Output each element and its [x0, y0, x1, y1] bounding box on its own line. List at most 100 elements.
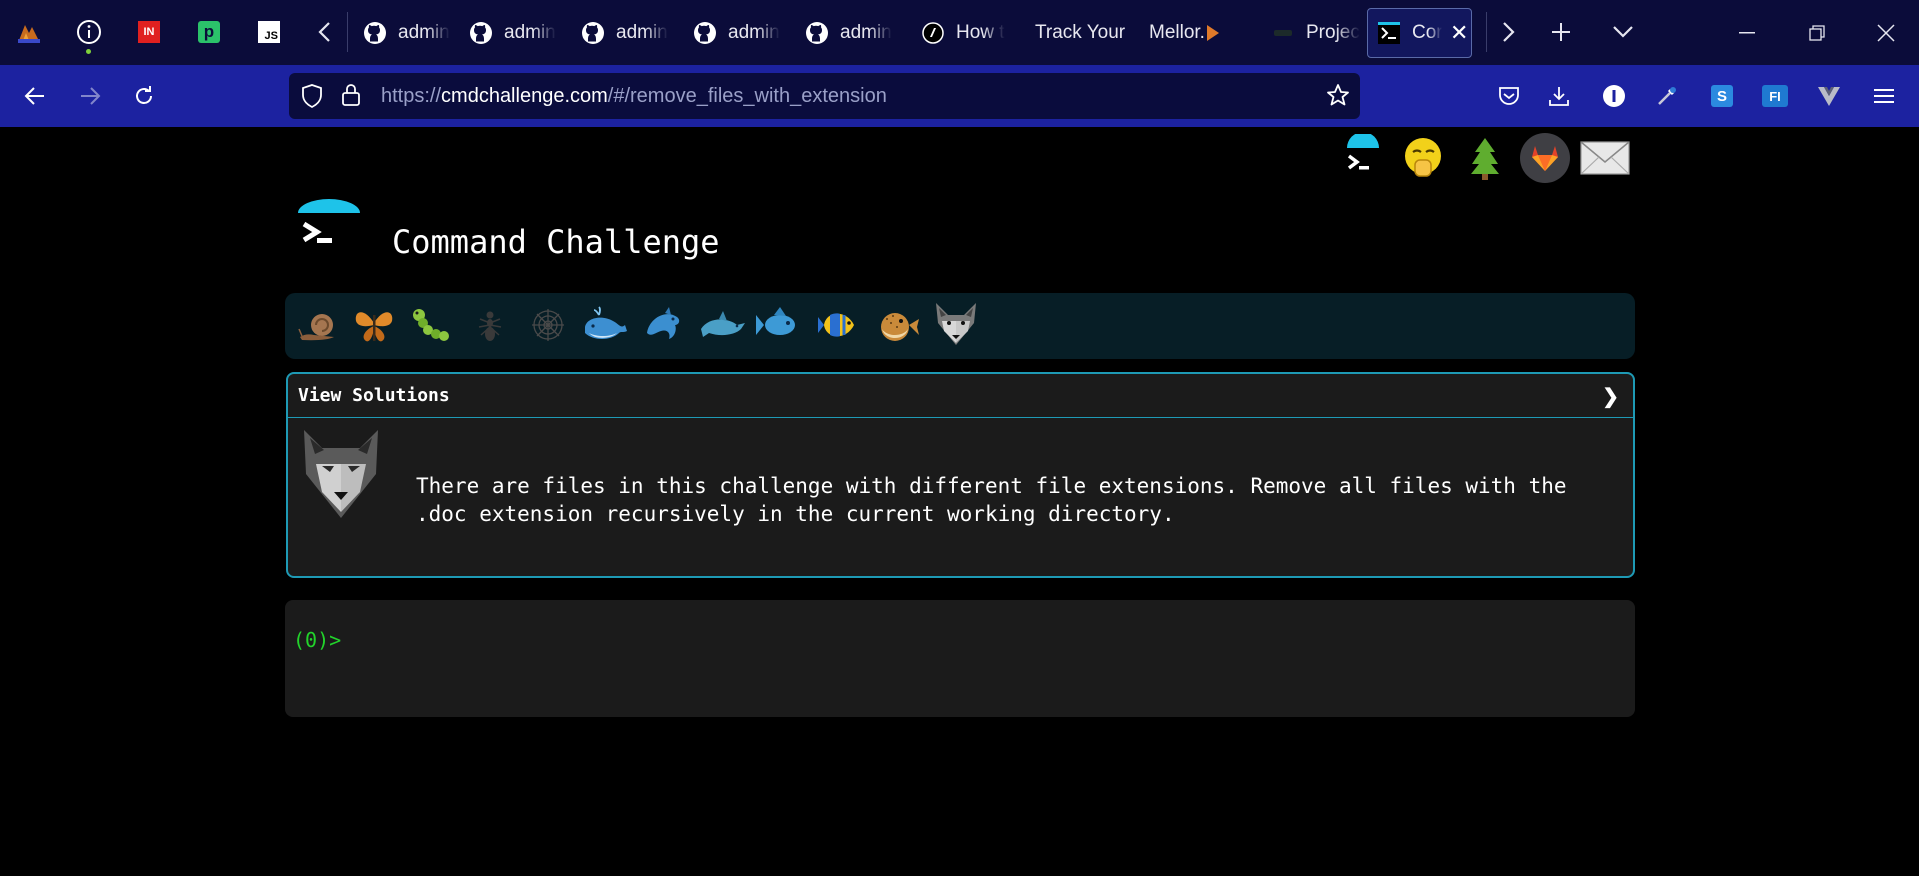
- tab-project[interactable]: Projec: [1258, 8, 1366, 58]
- arrow-left-icon: [24, 87, 44, 105]
- s-extension-button[interactable]: S: [1704, 78, 1740, 114]
- vuejs-extension-button[interactable]: [1811, 78, 1847, 114]
- project-icon: [1270, 20, 1296, 46]
- github-icon: [362, 20, 388, 46]
- view-solutions-toggle[interactable]: View Solutions ❯: [288, 374, 1633, 418]
- level-blowfish-icon[interactable]: [871, 299, 923, 351]
- page-content: Command Challenge View Solutions ❯ There…: [0, 127, 1919, 876]
- level-caterpillar-icon[interactable]: [405, 299, 457, 351]
- github-icon: [692, 20, 718, 46]
- challenge-panel: View Solutions ❯ There are files in this…: [286, 372, 1635, 578]
- pinned-tab-mountain[interactable]: [11, 14, 47, 50]
- new-tab-button[interactable]: [1543, 14, 1579, 50]
- eyedropper-button[interactable]: [1649, 78, 1685, 114]
- url-bar[interactable]: https://cmdchallenge.com/#/remove_files_…: [289, 73, 1360, 119]
- url-prefix: https://: [381, 85, 442, 107]
- gitlab-link[interactable]: [1518, 131, 1572, 185]
- minimize-window-button[interactable]: [1722, 8, 1772, 58]
- tab-mellor[interactable]: Mellor.: [1137, 8, 1247, 58]
- mail-link[interactable]: [1578, 131, 1632, 185]
- terminal-prompt: (0)>: [293, 628, 342, 652]
- tab-command-challenge-active[interactable]: Cor ✕: [1367, 8, 1472, 58]
- url-text[interactable]: https://cmdchallenge.com/#/remove_files_…: [381, 85, 887, 108]
- downloads-button[interactable]: [1541, 78, 1577, 114]
- hushed-face-icon: [1405, 138, 1441, 177]
- pinned-tab-in[interactable]: IN: [131, 14, 167, 50]
- menu-icon: [1874, 89, 1894, 103]
- tab-github-5[interactable]: admin: [792, 8, 898, 58]
- terminal-logo-link[interactable]: [1336, 131, 1390, 185]
- level-fish-icon[interactable]: [753, 299, 805, 351]
- pinned-tab-info[interactable]: [71, 14, 107, 54]
- pinned-tab-p[interactable]: p: [191, 14, 227, 50]
- level-butterfly-icon[interactable]: [348, 299, 400, 351]
- view-solutions-label: View Solutions: [298, 385, 450, 406]
- lock-icon[interactable]: [341, 83, 361, 112]
- shield-icon[interactable]: [301, 84, 323, 113]
- tab-track-your[interactable]: Track Your: [1023, 8, 1135, 58]
- account-icon: [1603, 85, 1625, 107]
- tab-separator: [347, 12, 348, 52]
- chevron-right-icon[interactable]: ❯: [1602, 384, 1619, 409]
- tab-title: admin: [398, 22, 450, 43]
- scroll-tabs-right-button[interactable]: [1490, 14, 1526, 50]
- level-ant-icon[interactable]: [464, 299, 516, 351]
- scroll-tabs-left-button[interactable]: [307, 14, 343, 50]
- level-spider-web-icon[interactable]: [522, 299, 574, 351]
- tree-link[interactable]: [1458, 131, 1512, 185]
- github-icon: [468, 20, 494, 46]
- level-tropical-fish-icon[interactable]: [812, 299, 864, 351]
- tab-title: How t: [956, 22, 1005, 43]
- level-progress-bar: [285, 293, 1635, 359]
- tab-title: admin: [616, 22, 668, 43]
- eyedropper-icon: [1658, 87, 1676, 105]
- close-icon: [1877, 24, 1895, 42]
- minimize-icon: [1739, 32, 1755, 34]
- notification-dot: [86, 49, 91, 54]
- url-path: /#/remove_files_with_extension: [607, 85, 887, 107]
- hushed-emoji-link[interactable]: [1396, 131, 1450, 185]
- url-host: cmdchallenge.com: [441, 85, 608, 107]
- envelope-icon: [1580, 141, 1630, 175]
- level-snail-icon[interactable]: [292, 299, 344, 351]
- list-all-tabs-button[interactable]: [1605, 14, 1641, 50]
- back-button[interactable]: [17, 78, 53, 114]
- mellor-icon: [1206, 25, 1219, 41]
- tab-github-4[interactable]: admin: [680, 8, 786, 58]
- challenge-description: There are files in this challenge with d…: [416, 474, 1567, 526]
- terminal-logo-icon: [1347, 134, 1379, 170]
- tab-how-to[interactable]: How t: [908, 8, 1014, 58]
- fi-extension-button[interactable]: FI: [1757, 78, 1793, 114]
- tab-github-2[interactable]: admin: [456, 8, 562, 58]
- tab-github-1[interactable]: admin: [350, 8, 456, 58]
- pocket-button[interactable]: [1491, 78, 1527, 114]
- tab-strip: IN p JS admin admin admin admin admin Ho: [0, 0, 1919, 65]
- bookmark-star-icon[interactable]: [1326, 83, 1350, 112]
- level-dolphin-icon[interactable]: [637, 299, 689, 351]
- pocket-icon: [1499, 87, 1519, 105]
- level-dolphin-2-icon[interactable]: [697, 299, 749, 351]
- chevron-left-icon: [318, 22, 330, 42]
- navigation-toolbar: https://cmdchallenge.com/#/remove_files_…: [0, 65, 1919, 127]
- tab-github-3[interactable]: admin: [568, 8, 674, 58]
- app-menu-button[interactable]: [1866, 78, 1902, 114]
- restore-window-button[interactable]: [1792, 8, 1842, 58]
- tab-title: admin: [504, 22, 556, 43]
- level-wolf-icon[interactable]: [928, 297, 984, 353]
- forward-button[interactable]: [72, 78, 108, 114]
- close-tab-icon[interactable]: ✕: [1450, 20, 1468, 46]
- p-logo-icon: p: [198, 21, 220, 43]
- reload-button[interactable]: [126, 78, 162, 114]
- restore-icon: [1809, 25, 1825, 41]
- close-window-button[interactable]: [1861, 8, 1911, 58]
- account-button[interactable]: [1596, 78, 1632, 114]
- pinned-tab-js[interactable]: JS: [251, 14, 287, 50]
- tab-title: admin: [728, 22, 780, 43]
- terminal-console[interactable]: (0)>: [285, 600, 1635, 717]
- tab-title: Track Your: [1035, 22, 1126, 43]
- fi-extension-icon: FI: [1762, 85, 1788, 107]
- tab-title: admin: [840, 22, 892, 43]
- chevron-down-icon: [1613, 26, 1633, 38]
- level-whale-icon[interactable]: [579, 299, 631, 351]
- github-icon: [804, 20, 830, 46]
